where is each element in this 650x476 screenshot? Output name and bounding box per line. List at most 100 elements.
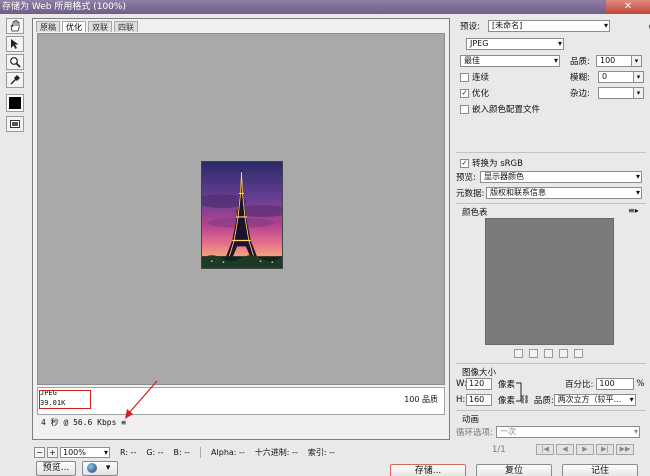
- percent-input[interactable]: 100: [596, 378, 635, 390]
- eiffel-tower-image: [201, 161, 283, 269]
- embed-profile-checkbox[interactable]: [460, 104, 469, 114]
- metadata-select[interactable]: 版权和联系信息 ▾: [486, 187, 642, 199]
- matte-label: 杂边:: [570, 89, 590, 99]
- chevron-down-icon: ▾: [633, 427, 638, 436]
- zoom-level-select[interactable]: 100%: [60, 446, 110, 458]
- alpha-readout: Alpha: --: [211, 447, 245, 457]
- embed-profile-row: 嵌入颜色配置文件: [460, 103, 540, 115]
- chevron-down-icon: ▾: [635, 188, 640, 197]
- format-row: JPEG ▾: [466, 38, 564, 50]
- zoom-tool[interactable]: [6, 54, 24, 70]
- hand-tool[interactable]: [6, 18, 24, 34]
- tab-2-up[interactable]: 双联: [88, 21, 112, 32]
- chevron-down-icon: ▾: [557, 39, 562, 48]
- loop-select[interactable]: 一次 ▾: [496, 426, 640, 438]
- green-readout: G: --: [146, 447, 164, 457]
- download-time-row: 4 秒 @ 56.6 Kbps ≡: [41, 417, 126, 428]
- color-table-toolbar: [514, 349, 583, 358]
- loop-row: 循环选项: 一次 ▾: [456, 426, 640, 438]
- optimized-row: ✓ 优化 杂边: ▾: [460, 87, 644, 99]
- chevron-down-icon: ▾: [633, 88, 643, 98]
- format-value: JPEG: [470, 39, 489, 48]
- convert-srgb-checkbox[interactable]: ✓: [460, 158, 469, 168]
- title-bar: 存储为 Web 所用格式 (100%) ✕: [0, 0, 650, 14]
- resample-quality-value: 两次立方（较平...: [557, 395, 622, 404]
- preset-row: 预设: [未命名] ▾ ≡▸: [460, 20, 650, 32]
- toolbox: [6, 18, 24, 134]
- progressive-checkbox[interactable]: [460, 72, 469, 82]
- height-label: H:: [456, 395, 466, 405]
- blur-input[interactable]: 0 ▾: [598, 71, 644, 83]
- window-title: 存储为 Web 所用格式 (100%): [2, 2, 126, 12]
- add-color-icon[interactable]: [559, 349, 568, 358]
- blue-readout: B: --: [173, 447, 191, 457]
- previous-frame-icon[interactable]: ◀: [556, 444, 574, 455]
- first-frame-icon[interactable]: |◀: [536, 444, 554, 455]
- compression-select[interactable]: 最佳 ▾: [460, 55, 560, 67]
- preset-select[interactable]: [未命名] ▾: [488, 20, 610, 32]
- close-button[interactable]: ✕: [606, 0, 650, 14]
- width-label: W:: [456, 379, 467, 389]
- chevron-down-icon: ▾: [635, 172, 640, 181]
- matte-select[interactable]: ▾: [598, 87, 644, 99]
- color-table-title: 颜色表: [462, 208, 488, 218]
- annotation-arrow: [125, 380, 158, 419]
- color-table[interactable]: [485, 218, 614, 345]
- zoom-in-button[interactable]: +: [47, 446, 58, 458]
- index-readout: 索引: --: [307, 447, 335, 457]
- color-swatch-black: [9, 97, 21, 109]
- tab-original[interactable]: 原稿: [36, 21, 60, 32]
- resample-quality-select[interactable]: 两次立方（较平... ▾: [553, 394, 636, 406]
- lock-color-icon[interactable]: [544, 349, 553, 358]
- eyedropper-tool[interactable]: [6, 72, 24, 88]
- browser-select[interactable]: ▾: [82, 461, 118, 476]
- delete-color-icon[interactable]: [574, 349, 583, 358]
- next-frame-icon[interactable]: ▶|: [596, 444, 614, 455]
- zoom-out-button[interactable]: −: [34, 446, 45, 458]
- image-size-title: 图像大小: [462, 368, 497, 378]
- divider: [456, 203, 646, 204]
- quality-readout: 100 品质: [404, 395, 438, 404]
- preview-panel: 原稿 优化 双联 四联 JPEG 39.01K 100 品质 4 秒 @ 56.…: [32, 18, 450, 440]
- eyedropper-color-swatch[interactable]: [6, 94, 24, 112]
- animation-title: 动画: [462, 415, 480, 425]
- chevron-down-icon: ▾: [633, 72, 643, 82]
- quality-input[interactable]: 100 ▾: [596, 55, 642, 67]
- map-color-icon[interactable]: [514, 349, 523, 358]
- hex-readout: 十六进制: --: [254, 447, 298, 457]
- save-button[interactable]: 存储...: [390, 464, 466, 476]
- width-input[interactable]: 120: [466, 378, 492, 390]
- status-bar: − + 100% R: -- G: -- B: -- Alpha: -- 十六进…: [34, 445, 448, 459]
- tab-optimized[interactable]: 优化: [62, 21, 86, 32]
- view-tabs: 原稿 优化 双联 四联: [36, 21, 140, 32]
- metadata-label: 元数据:: [456, 189, 485, 199]
- zoom-icon: [10, 57, 21, 68]
- last-frame-icon[interactable]: ▶▶: [616, 444, 634, 455]
- height-input[interactable]: 160: [466, 394, 492, 406]
- metadata-row: 元数据: 版权和联系信息 ▾: [456, 187, 642, 199]
- optimized-label: 优化: [472, 89, 490, 99]
- tab-4-up[interactable]: 四联: [114, 21, 138, 32]
- image-canvas[interactable]: [37, 33, 445, 385]
- browser-icon: [87, 462, 97, 473]
- preset-value: [未命名]: [492, 21, 523, 30]
- link-bracket: [516, 382, 522, 402]
- status-divider: [200, 446, 202, 458]
- frame-count: 1/1: [492, 445, 506, 455]
- format-select[interactable]: JPEG ▾: [466, 38, 564, 50]
- toggle-slices-button[interactable]: [6, 116, 24, 132]
- width-row: W: 120 像素 百分比: 100 %: [456, 378, 644, 390]
- chevron-down-icon: ▾: [629, 395, 634, 404]
- preview-select[interactable]: 显示器颜色 ▾: [480, 171, 642, 183]
- blur-label: 模糊:: [570, 73, 590, 83]
- play-icon[interactable]: ▶: [576, 444, 594, 455]
- preset-label: 预设:: [460, 22, 480, 32]
- width-unit: 像素: [498, 380, 516, 390]
- color-table-menu-icon[interactable]: ≡▸: [628, 206, 639, 215]
- shift-web-icon[interactable]: [529, 349, 538, 358]
- percent-unit: %: [636, 379, 645, 389]
- highlight-box: [39, 390, 91, 409]
- slice-select-tool[interactable]: [6, 36, 24, 52]
- optimized-checkbox[interactable]: ✓: [460, 88, 469, 98]
- preview-in-browser-button[interactable]: 预览...: [36, 461, 76, 476]
